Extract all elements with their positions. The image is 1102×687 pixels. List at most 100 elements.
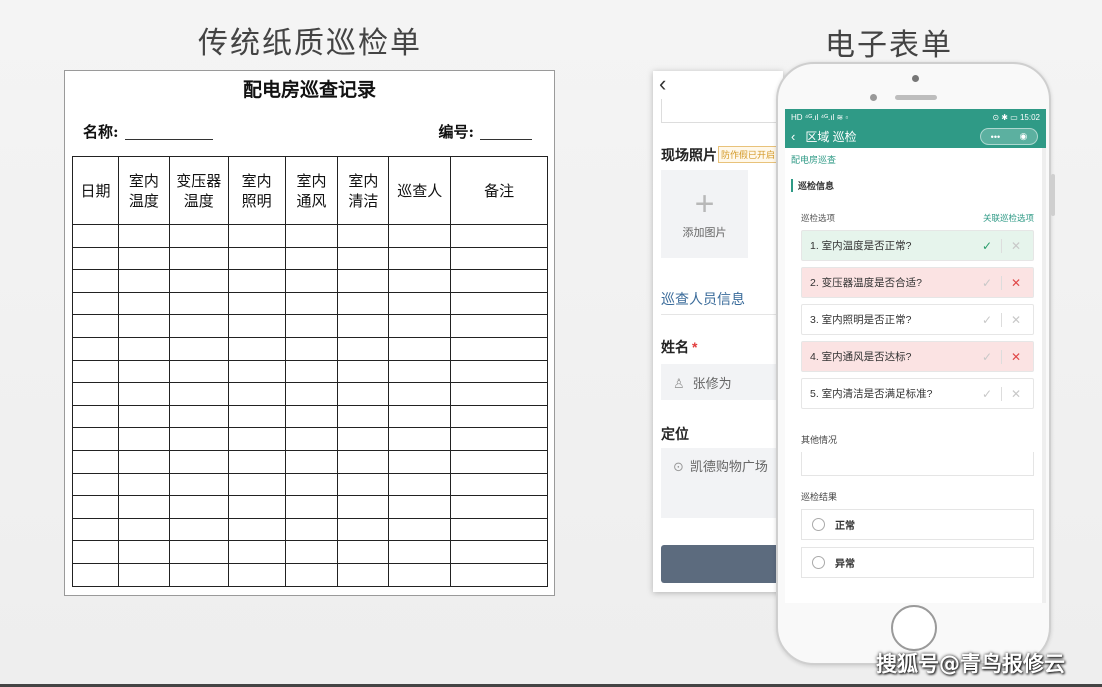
paper-table-cell xyxy=(388,382,452,406)
paper-table-cell xyxy=(72,404,119,429)
options-label: 巡检选项 xyxy=(801,213,836,223)
paper-table-cell xyxy=(337,224,390,248)
electronic-heading: 电子表单 xyxy=(825,28,953,63)
paper-table-cell xyxy=(450,291,548,316)
paper-table-cell xyxy=(388,404,452,429)
link-options-button[interactable]: 关联巡检选项 xyxy=(983,212,1034,224)
proximity-sensor xyxy=(870,94,877,101)
name-label: 姓名 * xyxy=(661,337,697,357)
paper-table-cell xyxy=(227,224,286,248)
radio-circle-icon[interactable] xyxy=(812,518,825,531)
paper-table-row xyxy=(72,291,548,316)
paper-table-cell xyxy=(168,449,229,474)
paper-table-cell xyxy=(450,314,548,338)
name-input[interactable]: ♙ 张修为 xyxy=(661,364,783,400)
paper-table-cell xyxy=(72,269,119,293)
paper-table-cell xyxy=(450,472,548,497)
other-input[interactable] xyxy=(801,452,1034,476)
location-value: 凯德购物广场 xyxy=(689,459,768,474)
paper-column-header: 备注 xyxy=(450,156,548,225)
paper-table-row xyxy=(72,495,548,519)
submit-button[interactable] xyxy=(661,545,783,583)
paper-table-cell xyxy=(284,562,339,587)
option-text: 5. 室内清洁是否满足标准? xyxy=(810,388,933,400)
inspection-card: 巡检选项 关联巡检选项 1. 室内温度是否正常? ✓ ✕ 2. 变压器温度是否合适? ✓… xyxy=(791,200,1040,578)
mark-separator xyxy=(1001,238,1002,253)
paper-table-cell xyxy=(284,224,339,248)
paper-table-cell xyxy=(117,359,170,384)
paper-table-row xyxy=(72,427,548,451)
cross-icon[interactable]: ✕ xyxy=(1007,350,1025,364)
chevron-left-icon[interactable]: ‹ xyxy=(659,71,666,97)
paper-column-header-line: 照明 xyxy=(241,191,272,210)
paper-table-cell xyxy=(168,269,229,293)
paper-table-cell xyxy=(388,269,452,293)
paper-title: 配电房巡查记录 xyxy=(242,79,376,101)
back-icon[interactable]: ‹ xyxy=(791,129,795,144)
close-icon[interactable]: ◉ xyxy=(1019,131,1027,142)
paper-table-cell xyxy=(284,246,339,271)
paper-table-cell xyxy=(227,382,286,406)
option-text: 2. 变压器温度是否合适? xyxy=(810,277,923,289)
paper-table-cell xyxy=(227,472,286,497)
paper-table-cell xyxy=(117,517,170,542)
top-input-field[interactable] xyxy=(661,99,783,123)
cross-icon[interactable]: ✕ xyxy=(1007,239,1025,253)
option-marks: ✓ ✕ xyxy=(978,275,1025,290)
earpiece-speaker xyxy=(895,95,937,100)
paper-table-cell xyxy=(168,404,229,429)
paper-table-cell xyxy=(388,246,452,271)
paper-inspection-form: 配电房巡查记录 名称: 编号: 日期 室内 温度 变压器 温度 室内 照明 室内 通风 室内 清洁巡… xyxy=(64,70,555,596)
result-radio-option[interactable]: 异常 xyxy=(801,547,1034,578)
paper-table-cell xyxy=(72,472,119,497)
paper-table-cell xyxy=(227,427,286,451)
paper-column-header: 室内 温度 xyxy=(117,156,170,225)
paper-table-row xyxy=(72,359,548,384)
paper-table-cell xyxy=(284,336,339,361)
paper-table-cell xyxy=(227,449,286,474)
check-icon[interactable]: ✓ xyxy=(978,313,996,327)
paper-table-cell xyxy=(227,269,286,293)
option-text: 1. 室内温度是否正常? xyxy=(810,240,912,252)
result-list: 正常 异常 xyxy=(791,509,1040,578)
check-icon[interactable]: ✓ xyxy=(978,276,996,290)
paper-table-cell xyxy=(450,382,548,406)
name-underline xyxy=(124,126,213,140)
inspection-option: 4. 室内通风是否达标? ✓ ✕ xyxy=(801,341,1034,372)
cross-icon[interactable]: ✕ xyxy=(1007,276,1025,290)
paper-table-row xyxy=(72,269,548,293)
cross-icon[interactable]: ✕ xyxy=(1007,313,1025,327)
home-button[interactable] xyxy=(891,605,937,651)
radio-circle-icon[interactable] xyxy=(812,556,825,569)
paper-table-cell xyxy=(284,291,339,316)
paper-table-cell xyxy=(337,291,390,316)
paper-column-header-line: 巡查人 xyxy=(397,181,443,200)
paper-table-cell xyxy=(337,517,390,542)
paper-table-cell xyxy=(117,427,170,451)
paper-table-cell xyxy=(284,427,339,451)
add-photo-button[interactable]: + 添加图片 xyxy=(661,170,748,258)
result-radio-option[interactable]: 正常 xyxy=(801,509,1034,540)
phone-device: HD ⁴ᴳ.ıl ⁴ᴳ.ıl ≋ ▫ ⊙ ✱ ▭ 15:02 ‹ 区域 巡检 •… xyxy=(776,62,1055,665)
name-value: 张修为 xyxy=(692,376,732,391)
paper-table-cell xyxy=(450,404,548,429)
paper-number-field: 编号: xyxy=(438,121,532,142)
paper-table-cell xyxy=(337,314,390,338)
more-icon[interactable]: ••• xyxy=(991,132,1000,142)
breadcrumb[interactable]: 配电房巡查 xyxy=(785,148,1046,171)
mark-separator xyxy=(1001,275,1002,290)
check-icon[interactable]: ✓ xyxy=(978,387,996,401)
paper-table-cell xyxy=(450,224,548,248)
paper-table-cell xyxy=(72,517,119,542)
option-text: 4. 室内通风是否达标? xyxy=(810,351,912,363)
location-input[interactable]: ⊙ 凯德购物广场 xyxy=(661,448,783,518)
cross-icon[interactable]: ✕ xyxy=(1007,387,1025,401)
side-button xyxy=(1051,174,1055,216)
location-label: 定位 xyxy=(661,426,689,442)
paper-table-row xyxy=(72,404,548,429)
check-icon[interactable]: ✓ xyxy=(978,239,996,253)
paper-column-header: 巡查人 xyxy=(388,156,452,225)
check-icon[interactable]: ✓ xyxy=(978,350,996,364)
user-icon: ♙ xyxy=(673,376,685,391)
scrollbar[interactable] xyxy=(1042,148,1046,603)
